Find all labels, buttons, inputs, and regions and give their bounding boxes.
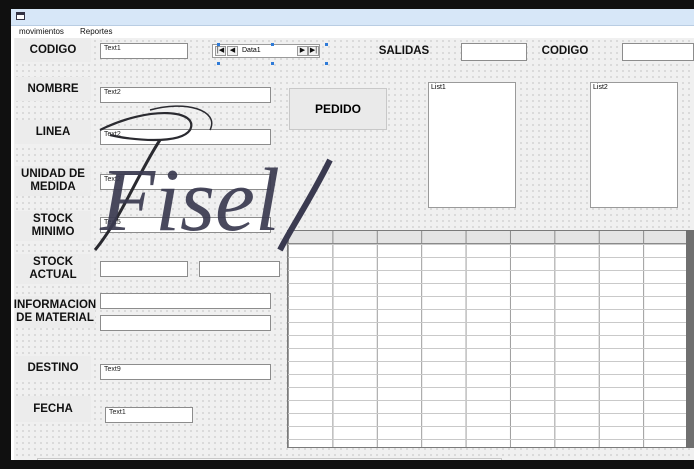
window-frame-left xyxy=(0,0,11,469)
salidas-input[interactable] xyxy=(461,43,527,61)
label-fecha: FECHA xyxy=(15,396,91,422)
codigo-input[interactable]: Text1 xyxy=(100,43,188,59)
linea-input[interactable]: Text2 xyxy=(100,129,271,145)
label-nombre: NOMBRE xyxy=(15,77,91,101)
label-codigo-right: CODIGO xyxy=(541,44,589,57)
stock-minimo-input[interactable]: Text5 xyxy=(100,217,271,233)
data-control[interactable]: |◀ ◀ Data1 ▶ ▶| xyxy=(212,44,320,58)
label-codigo: CODIGO xyxy=(15,38,91,62)
data-control-caption: Data1 xyxy=(240,46,297,56)
selection-handle xyxy=(217,62,220,65)
title-bar xyxy=(11,9,694,26)
next-record-button[interactable]: ▶ xyxy=(297,46,308,56)
label-destino: DESTINO xyxy=(15,356,91,380)
fecha-input[interactable]: Text1 xyxy=(105,407,193,423)
stock-actual-input-1[interactable] xyxy=(100,261,188,277)
menu-reportes[interactable]: Reportes xyxy=(80,27,112,36)
label-salidas: SALIDAS xyxy=(378,44,430,57)
selection-handle xyxy=(325,43,328,46)
label-linea: LINEA xyxy=(15,120,91,144)
selection-handle xyxy=(271,62,274,65)
label-stock-actual: STOCK ACTUAL xyxy=(15,254,91,284)
data-grid[interactable] xyxy=(287,230,687,448)
last-record-button[interactable]: ▶| xyxy=(308,46,319,56)
selection-handle xyxy=(271,43,274,46)
window-frame-bottom xyxy=(0,460,694,469)
destino-input[interactable]: Text9 xyxy=(100,364,271,380)
menu-bar: movimientos Reportes xyxy=(11,26,694,38)
grid-vertical-scrollbar[interactable] xyxy=(686,230,694,448)
selection-handle xyxy=(325,62,328,65)
list1-listbox[interactable]: List1 xyxy=(428,82,516,208)
informacion-input-2[interactable] xyxy=(100,315,271,331)
pedido-button[interactable]: PEDIDO xyxy=(289,88,387,130)
previous-record-button[interactable]: ◀ xyxy=(227,46,238,56)
selection-handle xyxy=(217,43,220,46)
codigo-right-input[interactable] xyxy=(622,43,694,61)
grid-header-row xyxy=(288,231,686,244)
vb-form-window: movimientos Reportes CODIGO NOMBRE LINEA… xyxy=(0,0,694,469)
label-informacion-material: INFORMACION DE MATERIAL xyxy=(14,296,96,328)
stock-actual-input-2[interactable] xyxy=(199,261,280,277)
label-stock-minimo: STOCK MINIMO xyxy=(15,211,91,241)
first-record-button[interactable]: |◀ xyxy=(215,46,226,56)
informacion-input-1[interactable] xyxy=(100,293,271,309)
unidad-medida-input[interactable]: Text2 xyxy=(100,174,271,190)
window-icon[interactable] xyxy=(16,12,25,20)
label-unidad-medida: UNIDAD DE MEDIDA xyxy=(15,166,91,196)
list2-listbox[interactable]: List2 xyxy=(590,82,678,208)
menu-movimientos[interactable]: movimientos xyxy=(19,27,64,36)
window-frame-top xyxy=(0,0,694,9)
nombre-input[interactable]: Text2 xyxy=(100,87,271,103)
